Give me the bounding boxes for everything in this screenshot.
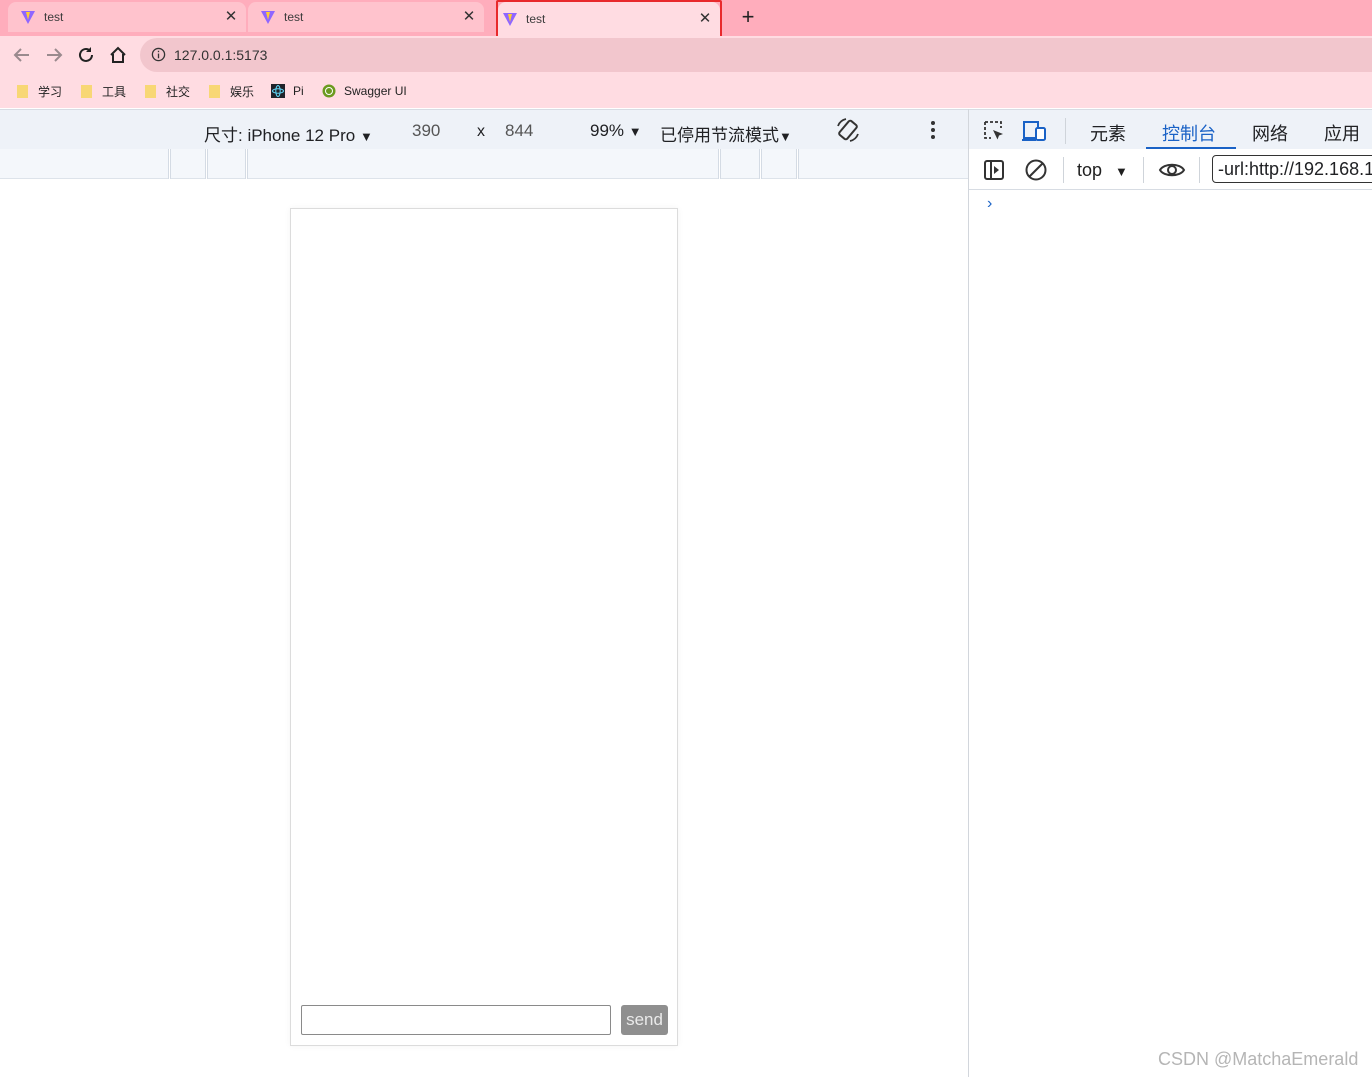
vite-icon xyxy=(21,11,35,24)
tab-console[interactable]: 控制台 xyxy=(1162,120,1216,146)
browser-tab[interactable]: test ✕ xyxy=(248,2,484,32)
media-query-ruler xyxy=(0,149,968,179)
browser-tab[interactable]: test ✕ xyxy=(8,2,246,32)
folder-icon xyxy=(17,85,28,98)
throttle-label: 已停用节流模式 xyxy=(660,126,779,145)
bookmark-folder[interactable]: 娱乐 xyxy=(208,83,254,99)
zoom-label: 99% xyxy=(590,121,625,140)
address-bar[interactable]: 127.0.0.1:5173 xyxy=(140,38,1372,72)
url-text: 127.0.0.1:5173 xyxy=(174,47,268,63)
sidebar-toggle-icon[interactable] xyxy=(983,159,1005,181)
bookmark-label: 学习 xyxy=(38,84,63,99)
bookmark-label: Swagger UI xyxy=(344,84,407,98)
tab-elements[interactable]: 元素 xyxy=(1090,120,1126,146)
bookmark-label: 娱乐 xyxy=(230,84,255,99)
swagger-icon xyxy=(322,84,336,98)
watermark: CSDN @MatchaEmerald xyxy=(1158,1049,1359,1069)
close-icon[interactable]: ✕ xyxy=(222,8,240,26)
message-input[interactable] xyxy=(301,1005,611,1035)
close-icon[interactable]: ✕ xyxy=(460,8,478,26)
device-viewport: send xyxy=(290,208,678,1046)
rotate-icon[interactable] xyxy=(834,116,862,144)
tab-title: test xyxy=(44,10,64,24)
bookmark-folder[interactable]: 学习 xyxy=(16,83,62,99)
device-label: 尺寸: iPhone 12 Pro xyxy=(204,126,356,145)
tab-network[interactable]: 网络 xyxy=(1252,120,1288,146)
eye-icon[interactable] xyxy=(1158,159,1186,181)
arrow-right-icon xyxy=(47,48,63,62)
vite-icon xyxy=(261,11,275,24)
clear-console-icon[interactable] xyxy=(1024,158,1048,182)
device-select[interactable]: 尺寸: iPhone 12 Pro ▼ xyxy=(204,121,373,146)
bookmarks-bar: 学习 工具 社交 娱乐 Pi Swagger UI xyxy=(0,74,1372,108)
more-vert-icon[interactable] xyxy=(929,120,937,140)
bookmark-link[interactable]: Pi xyxy=(271,83,304,99)
bookmark-label: 工具 xyxy=(102,84,127,99)
height-input[interactable]: 844 xyxy=(505,121,533,141)
tab-title: test xyxy=(284,10,304,24)
context-select[interactable]: top ▼ xyxy=(1077,160,1128,181)
throttle-select[interactable]: 已停用节流模式▼ xyxy=(660,121,792,146)
console-prompt[interactable]: › xyxy=(987,195,992,213)
width-input[interactable]: 390 xyxy=(412,121,440,141)
zoom-select[interactable]: 99% ▼ xyxy=(590,121,642,141)
reload-button[interactable] xyxy=(75,44,97,66)
caret-down-icon: ▼ xyxy=(628,124,642,139)
folder-icon xyxy=(81,85,92,98)
bookmark-link[interactable]: Swagger UI xyxy=(322,83,407,99)
device-toggle-icon[interactable] xyxy=(1022,119,1048,143)
caret-down-icon: ▼ xyxy=(1115,164,1128,179)
info-icon[interactable] xyxy=(151,47,166,62)
folder-icon xyxy=(145,85,156,98)
send-button[interactable]: send xyxy=(621,1005,668,1035)
home-button[interactable] xyxy=(107,44,129,66)
times-label: x xyxy=(477,123,485,140)
reload-icon xyxy=(79,47,93,62)
react-icon xyxy=(271,84,285,98)
forward-button[interactable] xyxy=(43,44,65,66)
caret-down-icon: ▼ xyxy=(779,129,792,144)
back-button[interactable] xyxy=(11,44,33,66)
console-toolbar: top ▼ -url:http://192.168.1 xyxy=(969,149,1372,190)
folder-icon xyxy=(209,85,220,98)
bookmark-label: Pi xyxy=(293,84,304,98)
home-icon xyxy=(110,46,126,63)
tab-strip: test ✕ test ✕ test ✕ + xyxy=(0,0,1372,41)
bookmark-label: 社交 xyxy=(166,84,191,99)
devtools-panel: 元素 控制台 网络 应用 top ▼ -url:http://192.168.1… xyxy=(968,109,1372,1077)
new-tab-button[interactable]: + xyxy=(736,5,760,29)
annotation-highlight-box xyxy=(496,0,722,41)
tab-application[interactable]: 应用 xyxy=(1324,120,1360,146)
arrow-left-icon xyxy=(13,48,29,62)
devtools-tabbar: 元素 控制台 网络 应用 xyxy=(969,109,1372,150)
bookmark-folder[interactable]: 社交 xyxy=(144,83,190,99)
context-label: top xyxy=(1077,160,1103,180)
bookmark-folder[interactable]: 工具 xyxy=(80,83,126,99)
caret-down-icon: ▼ xyxy=(359,129,373,144)
console-filter-input[interactable]: -url:http://192.168.1 xyxy=(1212,155,1372,183)
device-toolbar: 尺寸: iPhone 12 Pro ▼ 390 x 844 99% ▼ 已停用节… xyxy=(0,109,968,149)
inspect-element-icon[interactable] xyxy=(982,119,1006,143)
